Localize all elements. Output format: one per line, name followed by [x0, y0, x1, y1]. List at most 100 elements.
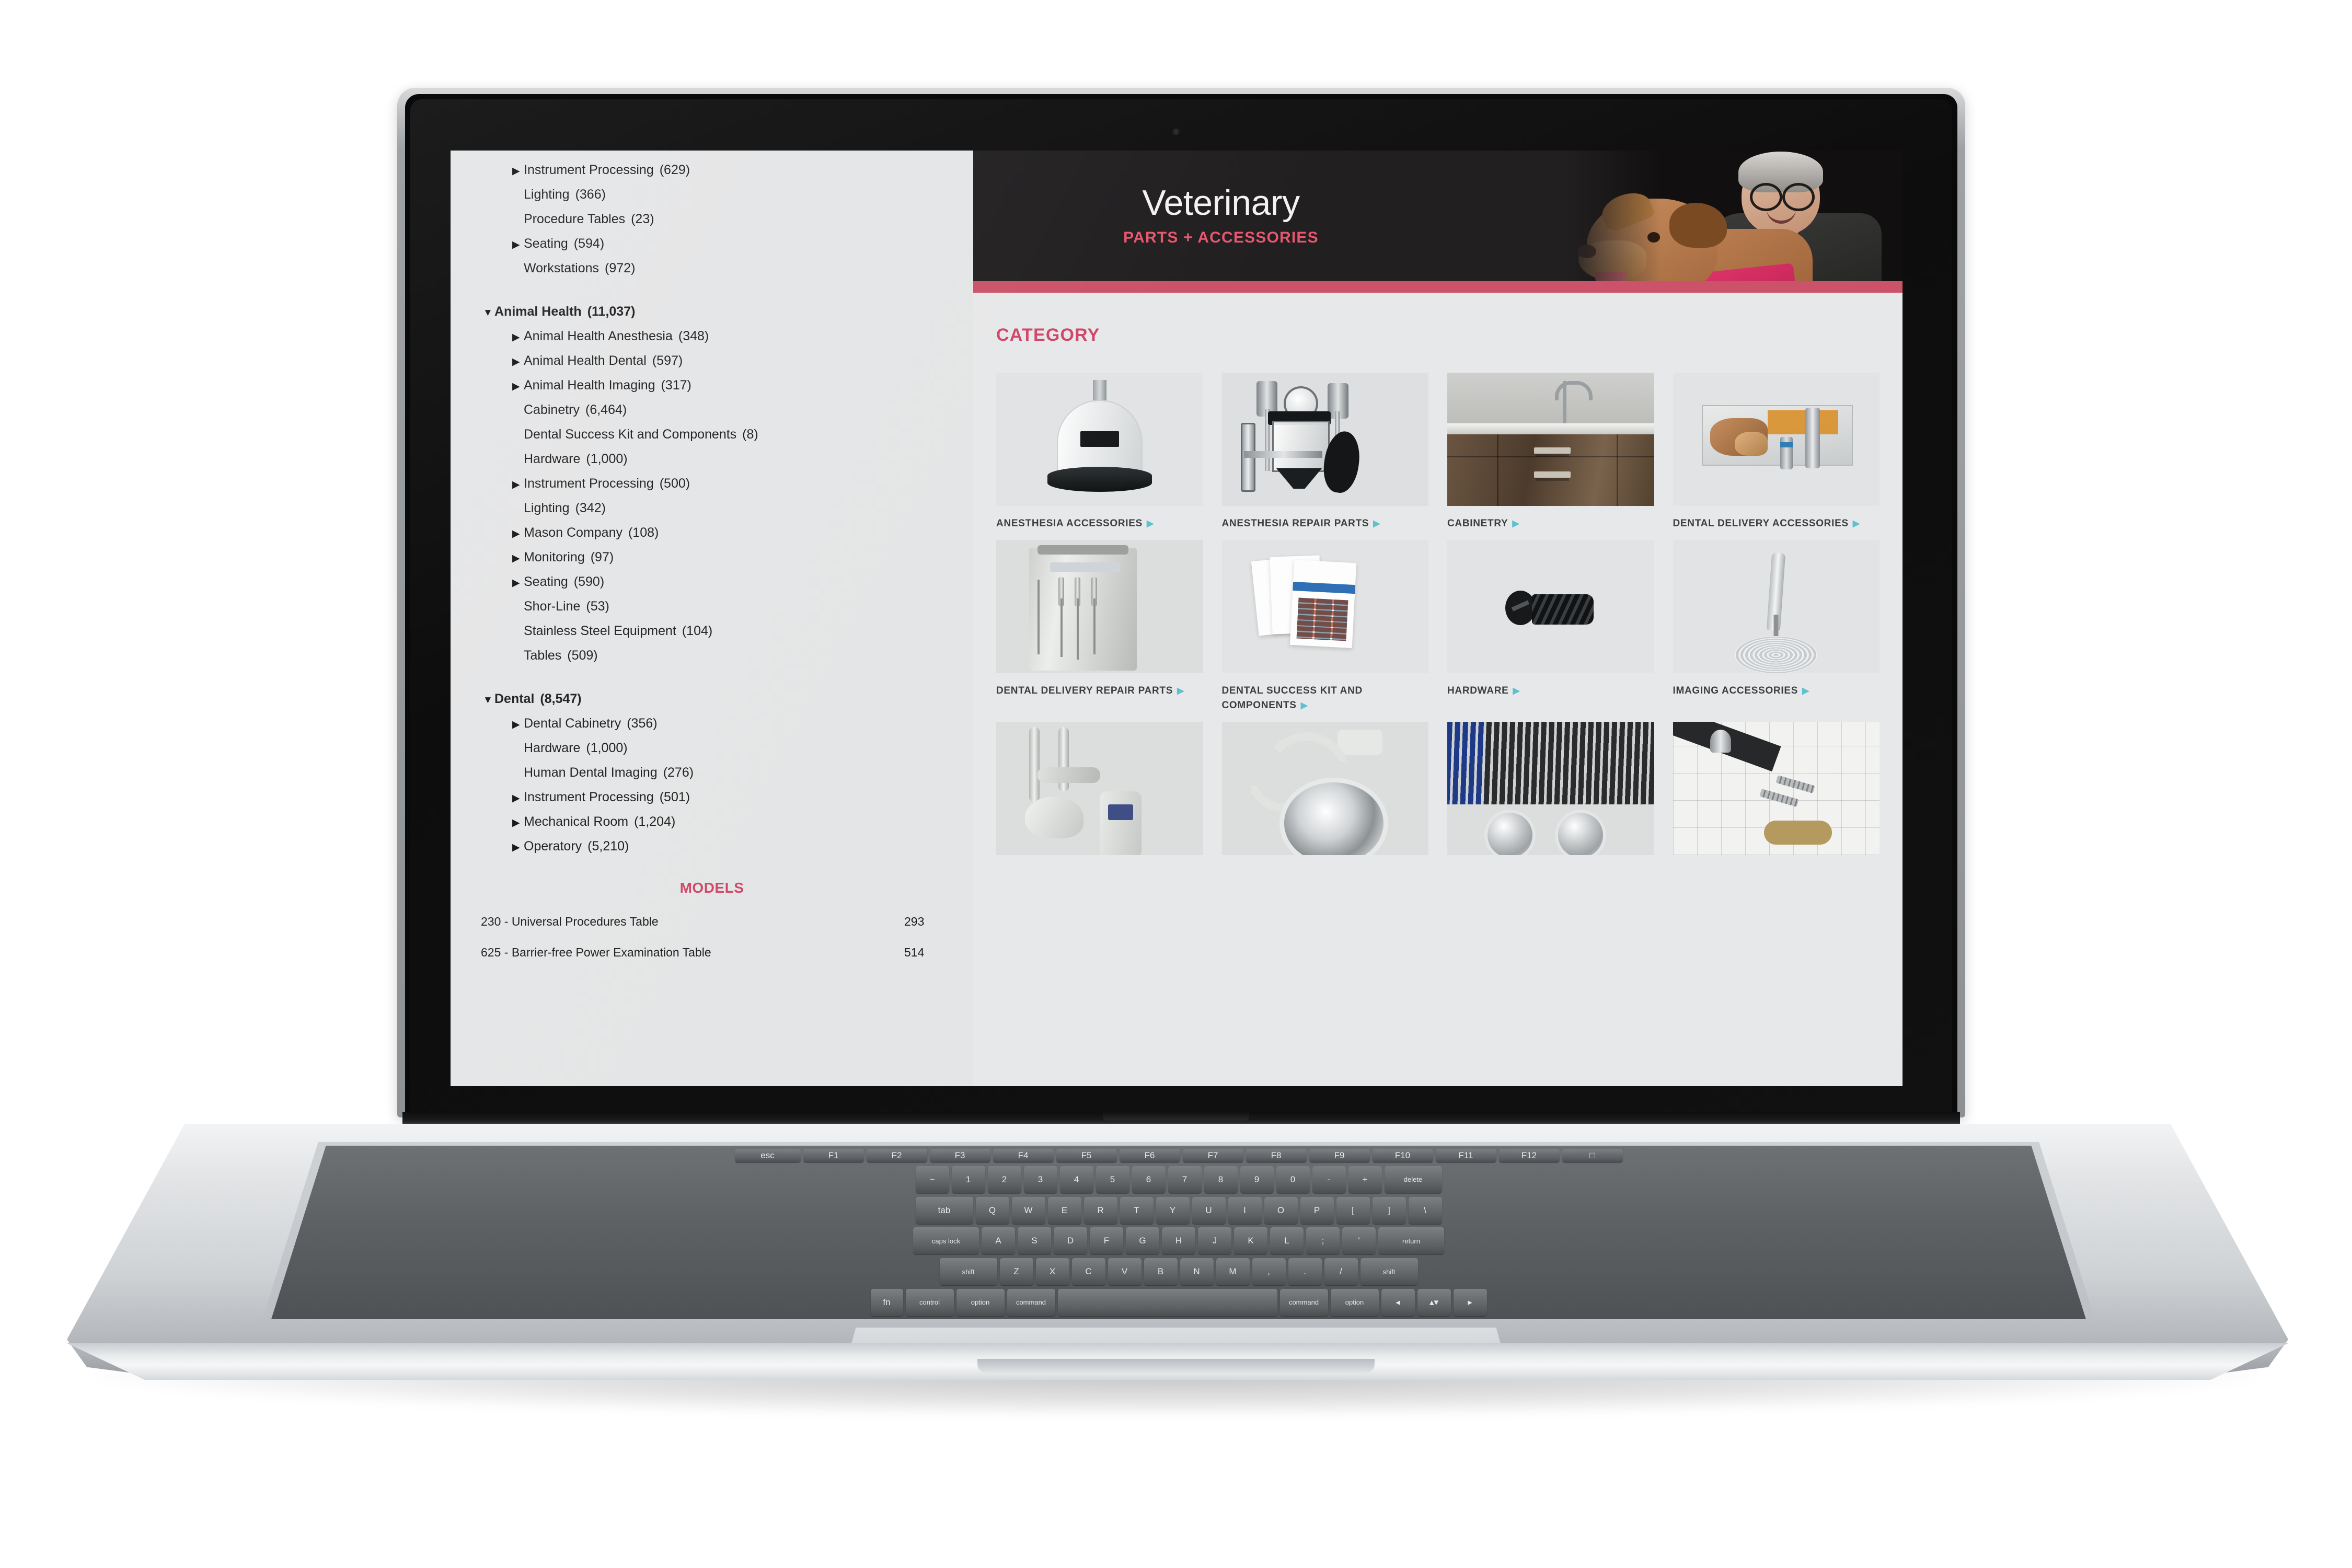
- keyboard-key[interactable]: ~: [915, 1166, 949, 1193]
- category-thumbnail-black-screw[interactable]: [1447, 539, 1654, 673]
- keyboard-key[interactable]: ▸: [1453, 1288, 1487, 1316]
- keyboard-key[interactable]: V: [1108, 1258, 1142, 1286]
- keyboard-key[interactable]: F10: [1372, 1149, 1433, 1162]
- keyboard-key[interactable]: F8: [1246, 1149, 1307, 1162]
- category-tile-caption[interactable]: DENTAL SUCCESS KIT AND COMPONENTS ▶: [1222, 673, 1429, 722]
- keyboard-key[interactable]: Q: [975, 1196, 1009, 1224]
- keyboard-key[interactable]: J: [1198, 1227, 1231, 1255]
- chevron-right-icon[interactable]: [512, 357, 524, 367]
- keyboard-key[interactable]: C: [1071, 1258, 1105, 1286]
- sidebar-nav-item[interactable]: Animal Health Dental (597): [451, 349, 973, 373]
- category-tile[interactable]: ANESTHESIA REPAIR PARTS ▶: [1221, 373, 1429, 540]
- keyboard-key[interactable]: delete: [1384, 1166, 1442, 1193]
- category-tile[interactable]: CABINETRY ▶: [1447, 373, 1654, 540]
- keyboard-key[interactable]: F6: [1119, 1149, 1180, 1162]
- keyboard-key[interactable]: 9: [1240, 1166, 1274, 1193]
- keyboard-key[interactable]: ◂: [1381, 1288, 1415, 1316]
- keyboard-key[interactable]: Z: [999, 1258, 1033, 1286]
- keyboard-key[interactable]: F12: [1498, 1149, 1560, 1162]
- keyboard-key[interactable]: \: [1408, 1196, 1442, 1224]
- keyboard-key[interactable]: F7: [1182, 1149, 1243, 1162]
- keyboard-key[interactable]: X: [1035, 1258, 1069, 1286]
- keyboard-key[interactable]: esc: [734, 1149, 801, 1162]
- sidebar-nav-item[interactable]: Tables (509): [451, 643, 973, 668]
- keyboard-key[interactable]: F: [1090, 1227, 1123, 1255]
- category-tile[interactable]: DENTAL DELIVERY ACCESSORIES ▶: [1673, 373, 1880, 540]
- category-thumbnail-dental-delivery-cart[interactable]: [996, 539, 1203, 673]
- keyboard-key[interactable]: control: [905, 1288, 954, 1316]
- keyboard-key[interactable]: 4: [1059, 1166, 1093, 1193]
- sidebar-nav-item[interactable]: Animal Health (11,037): [451, 299, 973, 324]
- keyboard-key[interactable]: 2: [987, 1166, 1021, 1193]
- keyboard-key[interactable]: E: [1047, 1196, 1081, 1224]
- keyboard-key[interactable]: N: [1180, 1258, 1214, 1286]
- chevron-right-icon[interactable]: [512, 332, 524, 342]
- sidebar-nav-item[interactable]: Dental Cabinetry (356): [451, 711, 973, 736]
- keyboard-key[interactable]: option: [1330, 1288, 1379, 1316]
- keyboard-key[interactable]: [: [1336, 1196, 1370, 1224]
- sidebar-nav-item[interactable]: Lighting (342): [451, 496, 973, 521]
- sidebar-nav-item[interactable]: Dental (8,547): [451, 687, 973, 711]
- category-thumbnail-stainless-cage-grill-bowls[interactable]: [1447, 721, 1654, 855]
- chevron-right-icon[interactable]: [512, 793, 524, 803]
- sidebar-nav-item[interactable]: Dental Success Kit and Components (8): [451, 422, 973, 447]
- keyboard-key[interactable]: F1: [803, 1149, 864, 1162]
- keyboard-key[interactable]: F11: [1435, 1149, 1496, 1162]
- category-thumbnail-dental-delivery-arm-unit[interactable]: [996, 721, 1203, 855]
- keyboard-key[interactable]: Y: [1156, 1196, 1190, 1224]
- model-row[interactable]: 625 - Barrier-free Power Examination Tab…: [451, 945, 973, 960]
- keyboard-key[interactable]: command: [1279, 1288, 1328, 1316]
- sidebar-nav-item[interactable]: Seating (594): [451, 232, 973, 256]
- chevron-down-icon[interactable]: [483, 308, 494, 318]
- keyboard-key[interactable]: option: [956, 1288, 1005, 1316]
- chevron-right-icon[interactable]: [512, 578, 524, 588]
- keyboard-key[interactable]: fn: [870, 1288, 903, 1316]
- model-row[interactable]: 230 - Universal Procedures Table 293: [451, 914, 973, 929]
- keyboard-key[interactable]: 0: [1276, 1166, 1310, 1193]
- keyboard-key[interactable]: F9: [1309, 1149, 1370, 1162]
- sidebar-nav-item[interactable]: Mechanical Room (1,204): [451, 810, 973, 834]
- category-tile[interactable]: ANESTHESIA ACCESSORIES ▶: [996, 373, 1203, 540]
- keyboard-key[interactable]: [1057, 1288, 1277, 1316]
- keyboard-key[interactable]: shift: [1360, 1258, 1418, 1286]
- chevron-right-icon[interactable]: [512, 240, 524, 250]
- keyboard-key[interactable]: B: [1144, 1258, 1178, 1286]
- keyboard-key[interactable]: F4: [993, 1149, 1054, 1162]
- category-tile[interactable]: [1447, 721, 1654, 855]
- keyboard[interactable]: esc F1 F2 F3 F4 F5 F6 F7 F8 F9 F10 F11 F12 □ ~1 2 3 4 5 6 7 8…: [271, 1146, 2086, 1319]
- sidebar-nav-item[interactable]: Animal Health Anesthesia (348): [451, 324, 973, 349]
- category-tile-caption[interactable]: ANESTHESIA REPAIR PARTS ▶: [1222, 506, 1429, 540]
- keyboard-key[interactable]: 7: [1168, 1166, 1202, 1193]
- keyboard-key[interactable]: S: [1018, 1227, 1051, 1255]
- sidebar-nav-item[interactable]: Mason Company (108): [451, 521, 973, 545]
- sidebar-nav-item[interactable]: Instrument Processing (629): [451, 158, 973, 182]
- keyboard-key[interactable]: caps lock: [913, 1227, 979, 1255]
- sidebar-nav-item[interactable]: Animal Health Imaging (317): [451, 373, 973, 398]
- keyboard-key[interactable]: H: [1162, 1227, 1195, 1255]
- keyboard-key[interactable]: 8: [1204, 1166, 1238, 1193]
- keyboard-key[interactable]: command: [1007, 1288, 1055, 1316]
- keyboard-key[interactable]: G: [1126, 1227, 1159, 1255]
- keyboard-key[interactable]: I: [1228, 1196, 1262, 1224]
- category-tile-caption[interactable]: HARDWARE ▶: [1447, 673, 1654, 707]
- category-tile[interactable]: [996, 721, 1203, 855]
- sidebar-nav-item[interactable]: Instrument Processing (501): [451, 785, 973, 810]
- chevron-right-icon[interactable]: [512, 843, 524, 852]
- sidebar-nav-item[interactable]: Stainless Steel Equipment (104): [451, 619, 973, 643]
- category-tile[interactable]: IMAGING ACCESSORIES ▶: [1673, 539, 1880, 722]
- keyboard-key[interactable]: ▴▾: [1417, 1288, 1451, 1316]
- keyboard-key[interactable]: 1: [951, 1166, 985, 1193]
- category-thumbnail-bell-jar-anesthesia-accessory[interactable]: [996, 373, 1203, 506]
- keyboard-key[interactable]: O: [1264, 1196, 1298, 1224]
- category-tile[interactable]: [1673, 721, 1880, 855]
- keyboard-key[interactable]: ': [1342, 1227, 1376, 1255]
- sidebar-nav-item[interactable]: Human Dental Imaging (276): [451, 760, 973, 785]
- chevron-right-icon[interactable]: [512, 720, 524, 730]
- sidebar-nav-item[interactable]: Monitoring (97): [451, 545, 973, 570]
- keyboard-key[interactable]: F2: [866, 1149, 927, 1162]
- keyboard-key[interactable]: 3: [1023, 1166, 1057, 1193]
- sidebar-nav-item[interactable]: Procedure Tables (23): [451, 207, 973, 232]
- keyboard-key[interactable]: K: [1234, 1227, 1267, 1255]
- sidebar-nav-item[interactable]: Workstations (972): [451, 256, 973, 281]
- sidebar-nav-item[interactable]: Cabinetry (6,464): [451, 398, 973, 422]
